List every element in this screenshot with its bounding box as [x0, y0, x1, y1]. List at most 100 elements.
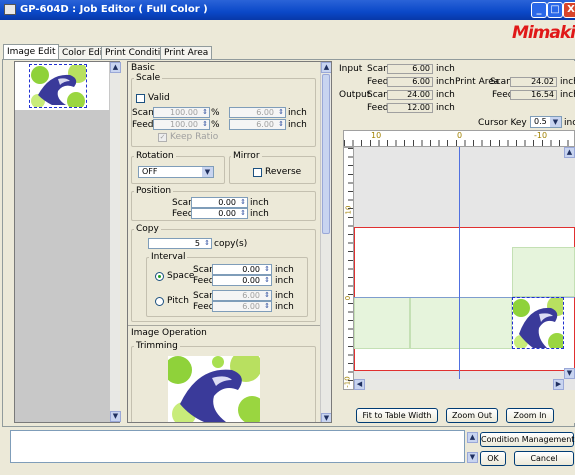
valid-checkbox[interactable]: [136, 94, 145, 103]
selected-image[interactable]: [512, 297, 564, 349]
space-label: Space: [167, 271, 195, 281]
copy-unit: copy(s): [214, 239, 248, 249]
output-feed-value: 12.00: [387, 103, 433, 113]
inch-unit: inch: [275, 265, 294, 275]
canvas-scrollbar[interactable]: ▲ ▼: [564, 147, 575, 390]
ruler-label: 10: [371, 131, 382, 140]
scroll-up-icon[interactable]: ▲: [321, 62, 331, 73]
print-area-feed-value: 16.54: [510, 90, 557, 100]
scroll-up-icon[interactable]: ▲: [110, 62, 121, 73]
cursor-key-unit-select[interactable]: 0.5 ▼: [530, 116, 562, 128]
zoom-in-button[interactable]: Zoom In: [506, 408, 554, 423]
thumbnail-item[interactable]: [15, 62, 109, 110]
app-icon: [4, 4, 16, 15]
ruler-ticks: [348, 148, 353, 389]
spinner-icon: ⇕: [278, 108, 284, 116]
inch-unit: inch: [436, 90, 455, 100]
chevron-down-icon: ▼: [202, 167, 213, 177]
scale-scan-label: Scan: [132, 108, 154, 118]
scale-feed-inch[interactable]: 6.00 ⇕: [229, 119, 286, 130]
image-operation-title: Image Operation: [131, 328, 207, 338]
copy-count-input[interactable]: 5 ⇕: [148, 238, 212, 249]
pitch-feed-input[interactable]: 6.00 ⇕: [212, 301, 272, 312]
thumbnail-scrollbar[interactable]: ▲ ▼: [109, 62, 121, 422]
spinner-icon: ⇕: [264, 265, 270, 273]
trimming-image: [168, 356, 260, 422]
rotation-select[interactable]: OFF ▼: [138, 166, 214, 178]
title-bar: GP-604D : Job Editor ( Full Color ) _ □ …: [0, 0, 575, 20]
spinner-icon: ⇕: [240, 209, 246, 217]
pitch-radio[interactable]: [155, 297, 164, 306]
vertical-ruler: 10 0 -10: [343, 147, 354, 390]
scale-feed-percent[interactable]: 100.00 ⇕: [153, 119, 210, 130]
inch-unit: inch: [288, 120, 307, 130]
percent-unit: %: [211, 108, 220, 118]
input-label: Input: [339, 64, 363, 74]
maximize-button[interactable]: □: [547, 2, 563, 18]
scroll-up-icon[interactable]: ▲: [564, 147, 575, 158]
output-scan-label: Scan: [367, 90, 389, 100]
mirror-legend: Mirror: [231, 151, 262, 161]
minimize-button[interactable]: _: [531, 2, 547, 18]
spinner-icon: ⇕: [240, 198, 246, 206]
pitch-label: Pitch: [167, 296, 189, 306]
settings-scrollbar[interactable]: ▲ ▼: [320, 62, 331, 422]
thumbnail-list: ▲ ▼: [14, 61, 121, 423]
scroll-left-icon[interactable]: ◀: [354, 379, 365, 390]
canvas-hscrollbar[interactable]: ◀ ▶: [354, 379, 564, 390]
close-button[interactable]: X: [563, 2, 575, 18]
tab-print-area[interactable]: Print Area: [160, 46, 213, 59]
percent-unit: %: [211, 120, 220, 130]
position-scan-input[interactable]: 0.00 ⇕: [191, 197, 248, 208]
copy-legend: Copy: [134, 224, 161, 234]
space-feed-input[interactable]: 0.00 ⇕: [212, 275, 272, 286]
vertical-axis-line: [459, 147, 460, 390]
position-feed-input[interactable]: 0.00 ⇕: [191, 208, 248, 219]
output-feed-label: Feed: [367, 103, 389, 113]
spinner-icon: ⇕: [202, 120, 208, 128]
copy-placeholder: [410, 297, 512, 349]
zoom-out-button[interactable]: Zoom Out: [446, 408, 498, 423]
condition-management-button[interactable]: Condition Management: [480, 432, 574, 447]
thumbnail-image: [29, 64, 87, 108]
spinner-icon: ⇕: [264, 302, 270, 310]
scale-legend: Scale: [134, 73, 163, 83]
divider: [128, 325, 320, 326]
fit-to-table-width-button[interactable]: Fit to Table Width: [356, 408, 438, 423]
pitch-scan-input[interactable]: 6.00 ⇕: [212, 290, 272, 301]
inch-unit: inch: [250, 209, 269, 219]
keep-ratio-checkbox[interactable]: ✓: [158, 133, 167, 142]
inch-unit: inch: [275, 302, 294, 312]
scroll-right-icon[interactable]: ▶: [553, 379, 564, 390]
inch-unit: inch: [560, 90, 575, 100]
ruler-label: -10: [534, 131, 548, 140]
scroll-up-icon[interactable]: ▲: [467, 432, 478, 443]
scale-scan-inch[interactable]: 6.00 ⇕: [229, 107, 286, 118]
space-radio[interactable]: [155, 272, 164, 281]
print-area-scan-value: 24.02: [510, 77, 557, 87]
valid-label: Valid: [148, 93, 170, 103]
layout-canvas[interactable]: ▲ ▼ ◀ ▶: [354, 147, 575, 390]
reverse-checkbox[interactable]: [253, 168, 262, 177]
spinner-icon: ⇕: [264, 291, 270, 299]
inch-unit: inch: [288, 108, 307, 118]
scroll-down-icon[interactable]: ▼: [467, 452, 478, 463]
scroll-down-icon[interactable]: ▼: [564, 368, 575, 379]
scale-scan-percent[interactable]: 100.00 ⇕: [153, 107, 210, 118]
scroll-thumb[interactable]: [322, 74, 330, 234]
scroll-down-icon[interactable]: ▼: [321, 413, 331, 422]
interval-legend: Interval: [149, 252, 188, 262]
tab-image-edit[interactable]: Image Edit: [3, 44, 60, 60]
cancel-button[interactable]: Cancel: [514, 451, 574, 466]
space-scan-input[interactable]: 0.00 ⇕: [212, 264, 272, 275]
spinner-icon: ⇕: [204, 239, 210, 247]
output-scan-value: 24.00: [387, 90, 433, 100]
basic-title: Basic: [131, 63, 155, 73]
rotation-legend: Rotation: [134, 151, 176, 161]
scroll-down-icon[interactable]: ▼: [110, 411, 121, 422]
inch-unit: inch: [436, 103, 455, 113]
ok-button[interactable]: OK: [480, 451, 506, 466]
spinner-icon: ⇕: [278, 120, 284, 128]
output-label: Output: [339, 90, 371, 100]
spinner-icon: ⇕: [202, 108, 208, 116]
